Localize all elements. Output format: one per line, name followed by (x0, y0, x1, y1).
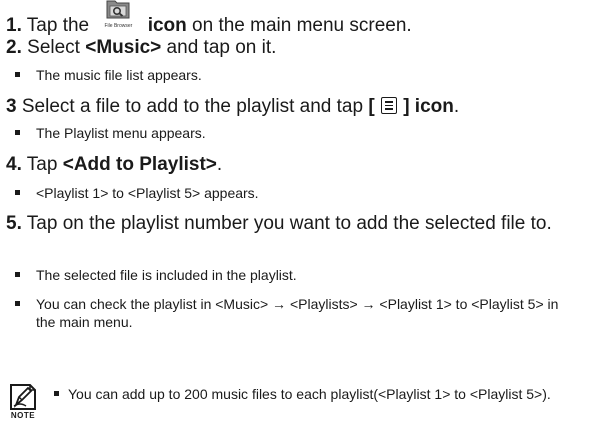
file-browser-caption: File Browser (104, 23, 133, 29)
step-3-text: Select a file to add to the playlist and… (21, 96, 369, 117)
step-5-text: Tap on the playlist number you want to a… (26, 213, 552, 234)
step-4: 4. Tap <Add to Playlist>. (6, 153, 222, 177)
bullet-marker (15, 272, 20, 277)
step-5-bullet-1: The selected file is included in the pla… (6, 266, 297, 284)
note-icon: NOTE (6, 383, 40, 423)
note-text: You can add up to 200 music files to eac… (68, 386, 551, 402)
step-5-bullet-2: You can check the playlist in <Music> → … (6, 295, 581, 331)
step-4-text-end: . (216, 154, 223, 175)
step-2-bullet: The music file list appears. (6, 66, 202, 84)
bullet-marker (15, 130, 20, 135)
step-1-number: 1. (6, 15, 22, 36)
step-1-icon-word: icon (147, 15, 187, 36)
step-5-bullet-2-text: You can check the playlist in <Music> → … (36, 296, 559, 330)
file-browser-icon: File Browser (98, 0, 138, 33)
step-2-text: Select (27, 37, 86, 58)
step-4-number: 4. (6, 154, 22, 175)
note-label: NOTE (10, 411, 36, 420)
step-1-text-end: on the main menu screen. (186, 15, 412, 36)
step-5: 5. Tap on the playlist number you want t… (6, 212, 581, 236)
step-4-bullet-text: <Playlist 1> to <Playlist 5> appears. (36, 185, 259, 201)
step-4-text: Tap (26, 154, 63, 175)
step-4-add-to-playlist: <Add to Playlist> (62, 154, 217, 175)
step-2-music-label: <Music> (85, 37, 162, 58)
step-2-bullet-text: The music file list appears. (36, 67, 202, 83)
step-5-bullet-1-text: The selected file is included in the pla… (36, 267, 297, 283)
step-3-icon-word: ] icon (403, 96, 454, 117)
menu-icon (380, 97, 397, 114)
step-5-number: 5. (6, 213, 22, 234)
step-3: 3 Select a file to add to the playlist a… (6, 95, 459, 119)
bullet-marker (54, 391, 59, 396)
step-3-bullet: The Playlist menu appears. (6, 124, 206, 142)
step-3-text-end: . (453, 96, 460, 117)
step-4-bullet: <Playlist 1> to <Playlist 5> appears. (6, 184, 259, 202)
bullet-marker (15, 301, 20, 306)
step-1: 1. Tap the File Browser icon on the main… (6, 0, 412, 38)
step-2-number: 2. (6, 37, 22, 58)
step-3-bracket-open: [ (368, 96, 375, 117)
step-2-text-end: and tap on it. (161, 37, 277, 58)
note-text-block: You can add up to 200 music files to eac… (52, 385, 588, 403)
step-2: 2. Select <Music> and tap on it. (6, 36, 276, 60)
step-1-text: Tap the (26, 15, 90, 36)
bullet-marker (15, 72, 20, 77)
bullet-marker (15, 190, 20, 195)
step-3-number: 3 (6, 96, 17, 117)
step-3-bullet-text: The Playlist menu appears. (36, 125, 206, 141)
